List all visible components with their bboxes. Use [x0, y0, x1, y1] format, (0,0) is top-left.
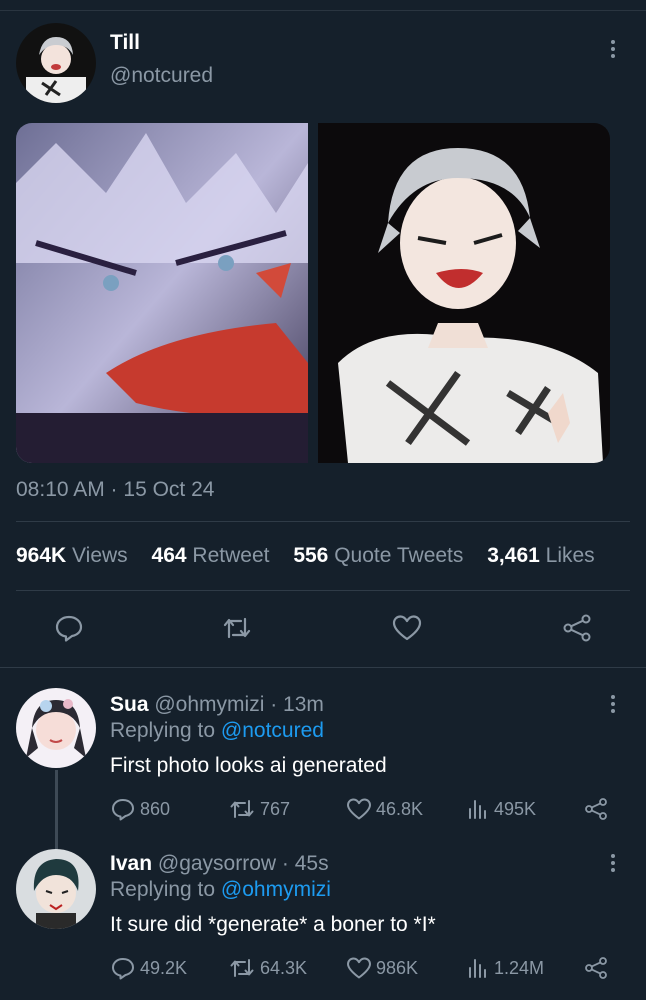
author-avatar[interactable] — [16, 23, 96, 103]
tweet-stats: 964K Views 464 Retweet 556 Quote Tweets … — [16, 544, 595, 568]
share-icon[interactable] — [579, 792, 613, 826]
reply-author-name[interactable]: Sua — [110, 693, 149, 716]
like-count[interactable]: 986K — [346, 956, 418, 980]
reply-icon — [112, 958, 134, 980]
tweet-timestamp[interactable]: 08:10 AM · 15 Oct 24 — [16, 478, 214, 502]
top-border — [0, 0, 646, 11]
replying-to: Replying to @notcured — [110, 719, 324, 742]
views-icon — [469, 959, 486, 978]
divider — [0, 667, 646, 668]
like-count[interactable]: 46.8K — [346, 797, 423, 821]
reply-count[interactable]: 860 — [110, 797, 170, 821]
reply-time[interactable]: · 13m — [270, 693, 324, 716]
like-icon — [347, 798, 371, 820]
like-icon[interactable] — [390, 611, 424, 645]
divider — [16, 590, 630, 591]
reply-header: Sua @ohmymizi · 13m — [110, 693, 324, 717]
reply-icon — [112, 799, 134, 821]
divider — [16, 521, 630, 522]
retweet-count[interactable]: 64.3K — [228, 956, 307, 980]
author-handle[interactable]: @notcured — [110, 64, 213, 88]
quote-tweets-stat[interactable]: 556 Quote Tweets — [293, 544, 463, 567]
reply-author-name[interactable]: Ivan — [110, 852, 152, 875]
views-count[interactable]: 495K — [466, 797, 536, 821]
reply-text: First photo looks ai generated — [110, 754, 387, 777]
reply-icon[interactable] — [52, 611, 86, 645]
retweets-stat[interactable]: 464 Retweet — [152, 544, 270, 567]
reply-avatar[interactable] — [16, 688, 96, 768]
retweet-icon[interactable] — [220, 611, 254, 645]
more-options-icon[interactable] — [611, 40, 615, 61]
likes-stat[interactable]: 3,461 Likes — [487, 544, 594, 567]
thread-line — [55, 770, 58, 850]
share-icon[interactable] — [560, 611, 594, 645]
more-options-icon[interactable] — [611, 854, 615, 875]
reply-avatar[interactable] — [16, 849, 96, 929]
retweet-icon — [230, 959, 254, 977]
views-icon — [469, 800, 486, 819]
reply-text: It sure did *generate* a boner to *I* — [110, 913, 436, 936]
views-stat[interactable]: 964K Views — [16, 544, 128, 567]
mention-link[interactable]: @ohmymizi — [221, 878, 331, 901]
tweet-photo-1[interactable] — [16, 123, 308, 463]
reply-header: Ivan @gaysorrow · 45s — [110, 852, 329, 876]
reply-author-handle[interactable]: @gaysorrow — [158, 852, 276, 875]
reply-count[interactable]: 49.2K — [110, 956, 187, 980]
retweet-icon — [230, 800, 254, 818]
more-options-icon[interactable] — [611, 695, 615, 716]
like-icon — [347, 957, 371, 979]
replying-to: Replying to @ohmymizi — [110, 878, 331, 901]
reply-author-handle[interactable]: @ohmymizi — [154, 693, 264, 716]
views-count[interactable]: 1.24M — [466, 956, 544, 980]
author-name[interactable]: Till — [110, 31, 140, 55]
share-icon[interactable] — [579, 951, 613, 985]
retweet-count[interactable]: 767 — [228, 797, 290, 821]
tweet-photo-2[interactable] — [318, 123, 610, 463]
reply-time[interactable]: · 45s — [282, 852, 329, 875]
mention-link[interactable]: @notcured — [221, 719, 324, 742]
